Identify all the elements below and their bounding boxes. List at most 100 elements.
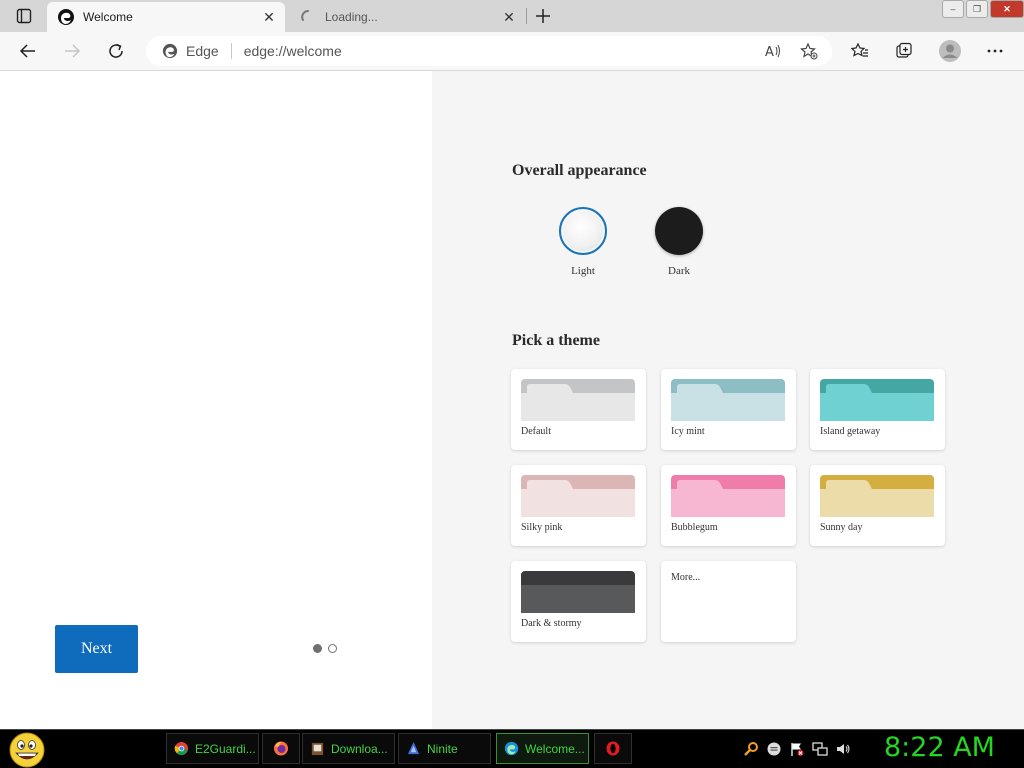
appearance-label: Light [571, 265, 595, 277]
theme-card[interactable]: Dark & stormy [511, 561, 646, 642]
forward-button[interactable] [57, 36, 87, 66]
appearance-light-option[interactable]: Light [548, 207, 618, 277]
close-tab-icon[interactable]: ✕ [499, 7, 519, 27]
refresh-button[interactable] [101, 36, 131, 66]
profile-button[interactable] [935, 36, 965, 66]
refresh-icon [109, 43, 123, 58]
taskbar-item-label: Welcome... [525, 741, 585, 756]
close-window-button[interactable]: ✕ [990, 0, 1024, 18]
avatar [939, 40, 961, 62]
theme-preview-icon [671, 475, 785, 517]
back-button[interactable] [13, 36, 43, 66]
theme-label: More... [671, 572, 701, 583]
system-tray [742, 740, 851, 757]
tab-welcome[interactable]: Welcome ✕ [47, 2, 285, 32]
smiley-icon [9, 732, 45, 768]
taskbar-item[interactable] [594, 733, 632, 764]
chrome-icon [173, 741, 189, 757]
network-icon[interactable] [811, 740, 828, 757]
ninite-icon [405, 741, 421, 757]
taskbar-item[interactable]: Downloa... [302, 733, 395, 764]
taskbar: E2Guardi... Downloa... Ninite Welcome... 8:… [0, 729, 1024, 768]
taskbar-item-label: Ninite [427, 741, 458, 756]
theme-card[interactable]: Bubblegum [661, 465, 796, 546]
collections-icon [896, 42, 912, 58]
taskbar-item-label: Downloa... [331, 741, 388, 756]
arrow-right-icon [65, 44, 81, 58]
theme-label: Default [521, 426, 551, 437]
flag-icon[interactable] [788, 740, 805, 757]
theme-label: Bubblegum [671, 522, 718, 533]
favorites-button[interactable] [845, 36, 875, 66]
new-tab-button[interactable] [532, 5, 554, 27]
theme-preview-icon [671, 379, 785, 421]
plus-icon [536, 9, 550, 23]
firefox-icon [273, 741, 289, 757]
theme-preview-icon [820, 475, 934, 517]
theme-card[interactable]: Silky pink [511, 465, 646, 546]
tab-loading[interactable]: Loading... ✕ [289, 2, 525, 32]
dark-swatch [655, 207, 703, 255]
appearance-dark-option[interactable]: Dark [644, 207, 714, 277]
maximize-button[interactable]: ❐ [966, 0, 988, 18]
loading-spinner-icon [299, 8, 317, 26]
appearance-label: Dark [668, 265, 690, 277]
start-button[interactable] [8, 731, 46, 768]
taskbar-item[interactable]: Welcome... [496, 733, 589, 764]
divider [230, 43, 232, 59]
page-indicator [313, 644, 337, 653]
taskbar-item[interactable] [262, 733, 300, 764]
appearance-heading: Overall appearance [512, 162, 647, 179]
edge-icon [503, 741, 519, 757]
minimize-button[interactable]: – [942, 0, 964, 18]
collections-button[interactable] [889, 36, 919, 66]
opera-icon [605, 741, 621, 757]
browser-window: Welcome ✕ Loading... ✕ – ❐ ✕ Edge edge:/… [0, 0, 1024, 768]
theme-card[interactable]: Sunny day [810, 465, 945, 546]
more-icon [987, 49, 1003, 53]
page-dot-1[interactable] [313, 644, 322, 653]
tab-title: Welcome [83, 10, 133, 24]
site-identity: Edge [186, 43, 219, 59]
theme-card[interactable]: Icy mint [661, 369, 796, 450]
taskbar-clock[interactable]: 8:22 AM [884, 732, 995, 763]
theme-label: Dark & stormy [521, 618, 582, 629]
tab-actions-icon [16, 8, 32, 24]
volume-icon[interactable] [834, 740, 851, 757]
address-bar[interactable]: Edge edge://welcome A [146, 36, 832, 66]
download-icon [309, 741, 325, 757]
theme-label: Silky pink [521, 522, 563, 533]
theme-card[interactable]: Island getaway [810, 369, 945, 450]
add-favorite-icon[interactable] [800, 42, 818, 63]
theme-card[interactable]: Default [511, 369, 646, 450]
light-swatch [559, 207, 607, 255]
page-dot-2[interactable] [328, 644, 337, 653]
chat-icon[interactable] [765, 740, 782, 757]
next-button[interactable]: Next [55, 625, 138, 673]
close-tab-icon[interactable]: ✕ [259, 7, 279, 27]
tab-strip: Welcome ✕ Loading... ✕ – ❐ ✕ [0, 0, 1024, 32]
theme-label: Icy mint [671, 426, 705, 437]
tab-divider [526, 8, 527, 24]
edge-icon [162, 42, 180, 60]
theme-heading: Pick a theme [512, 332, 600, 349]
tab-actions-button[interactable] [6, 4, 42, 28]
theme-preview-icon [521, 571, 635, 613]
theme-preview-icon [820, 379, 934, 421]
edge-icon [57, 8, 75, 26]
theme-preview-icon [521, 475, 635, 517]
url-text[interactable]: edge://welcome [244, 43, 342, 59]
taskbar-item[interactable]: Ninite [398, 733, 491, 764]
favorites-icon [851, 42, 868, 57]
theme-preview-icon [521, 379, 635, 421]
theme-more-card[interactable]: More... [661, 561, 796, 642]
settings-menu-button[interactable] [980, 36, 1010, 66]
tab-title: Loading... [325, 10, 378, 24]
svg-text:A: A [765, 45, 774, 60]
onboarding-left-panel: Next [0, 71, 432, 729]
read-aloud-icon[interactable]: A [764, 42, 782, 63]
theme-label: Sunny day [820, 522, 863, 533]
customize-panel: Overall appearance Light Dark Pick a the… [432, 71, 1024, 729]
search-icon[interactable] [742, 740, 759, 757]
taskbar-item[interactable]: E2Guardi... [166, 733, 259, 764]
